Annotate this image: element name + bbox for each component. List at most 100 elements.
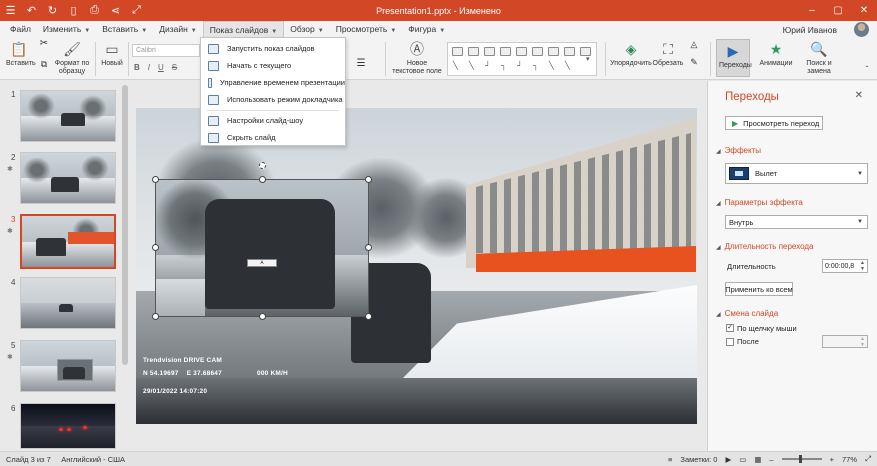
zoom-level[interactable]: 77% [842,455,857,464]
redo-icon[interactable]: ↻ [42,0,63,21]
resize-handle[interactable] [152,176,159,183]
italic-button[interactable]: I [148,63,150,72]
collapse-ribbon-button[interactable]: ˆ [862,66,872,74]
on-click-checkbox[interactable]: ✓ [726,324,734,332]
animations-button[interactable]: ★ Анимации [758,40,794,68]
copy-button[interactable]: ⧉ [37,60,51,69]
shape-line-icon[interactable]: ╲ [549,61,554,70]
shape-rectangle-icon[interactable] [548,47,559,56]
print-icon[interactable]: ⎙ [84,0,105,21]
resize-handle[interactable] [365,313,372,320]
menu-file[interactable]: Файл [4,21,37,38]
resize-handle[interactable] [152,244,159,251]
fill-color-button[interactable]: ◬ [686,40,702,49]
slide-thumbnail-4[interactable] [20,277,116,329]
resize-handle[interactable] [365,244,372,251]
sorter-view-icon[interactable]: ▦ [754,455,761,464]
zoom-slider-knob[interactable] [798,455,802,463]
spinner-icon[interactable]: ▲ ▼ [860,260,865,272]
shape-rectangle-icon[interactable] [516,47,527,56]
slide-thumbnail-2[interactable] [20,152,116,204]
font-name-input[interactable]: Calibri [132,44,200,57]
crop-button[interactable]: ⛶ Обрезать [652,40,684,68]
shape-rectangle-icon[interactable] [564,47,575,56]
resize-handle[interactable] [259,313,266,320]
close-icon[interactable]: ✕ [855,90,863,101]
shape-line-icon[interactable]: ╲ [469,61,474,70]
shape-rectangle-icon[interactable] [500,47,511,56]
effect-params-section-header[interactable]: ◢ Параметры эффекта [716,198,803,207]
current-slide[interactable]: A Trendvision DRIVE CAM N 54.19697 E 37.… [136,108,697,424]
slide-thumbnail-1[interactable] [20,90,116,142]
zoom-slider[interactable] [781,455,822,463]
shape-line-icon[interactable]: ╲ [565,61,570,70]
thumbnails-scrollbar[interactable] [122,85,128,365]
language-indicator[interactable]: Английский - США [61,455,125,464]
preview-transition-button[interactable]: ▶ Просмотреть переход [725,116,823,130]
shape-connector-icon[interactable]: ┘ [517,61,523,70]
shape-line-icon[interactable]: ╲ [453,61,458,70]
share-icon[interactable]: ⋖ [105,0,126,21]
slide-thumbnail-5[interactable] [20,340,116,392]
spinner-icon[interactable]: ▲ ▼ [860,336,865,348]
zoom-in-icon[interactable]: + [830,455,834,464]
zoom-out-icon[interactable]: – [769,455,773,464]
menu-slideshow[interactable]: Показ слайдов ▼ [202,21,285,38]
notes-count[interactable]: Заметки: 0 [680,455,717,464]
arrange-button[interactable]: ◈ Упорядочить [610,40,652,68]
menu-view[interactable]: Просмотреть ▼ [330,21,403,38]
undo-icon[interactable]: ↶ [21,0,42,21]
slide-thumbnail-3[interactable] [20,214,116,269]
after-checkbox[interactable] [726,338,734,346]
shape-rectangle-icon[interactable] [452,47,463,56]
start-from-current-item[interactable]: Начать с текущего [201,57,345,74]
bold-button[interactable]: B [134,63,140,72]
duration-input[interactable]: 0:00:00,8 ▲ ▼ [822,259,868,273]
line-color-button[interactable]: ✎ [686,58,702,67]
menu-design[interactable]: Дизайн ▼ [153,21,203,38]
menu-insert[interactable]: Вставить ▼ [96,21,153,38]
line-spacing-button[interactable]: ☰ [348,59,374,69]
menu-shape[interactable]: Фигура ▼ [402,21,451,38]
format-painter-button[interactable]: 🖌 Формат по образцу [53,40,91,76]
menu-edit[interactable]: Изменить ▼ [37,21,96,38]
shape-rectangle-icon[interactable] [468,47,479,56]
resize-handle[interactable] [152,313,159,320]
effect-params-select[interactable]: Внутрь ▼ [725,215,868,229]
shape-connector-icon[interactable]: ┘ [485,61,491,70]
apply-to-all-button[interactable]: Применить ко всем [725,282,793,296]
find-replace-button[interactable]: 🔍 Поиск и замена [802,40,836,76]
hide-slide-item[interactable]: Скрыть слайд [201,129,345,146]
resize-handle[interactable] [365,176,372,183]
menu-review[interactable]: Обзор ▼ [284,21,330,38]
fit-to-window-icon[interactable]: ⤢ [865,454,871,464]
menu-icon[interactable]: ☰ [0,0,21,21]
new-slide-button[interactable]: ▭ Новый [100,40,124,68]
slide-thumbnail-6[interactable] [20,403,116,449]
shape-rectangle-icon[interactable] [532,47,543,56]
rehearse-timings-item[interactable]: Управление временем презентации [201,74,345,91]
paste-button[interactable]: 📋 Вставить [6,40,36,68]
close-window-button[interactable]: ✕ [851,0,877,21]
slideshow-settings-item[interactable]: Настройки слайд-шоу [201,112,345,129]
avatar[interactable] [854,22,869,37]
underline-button[interactable]: U [158,63,164,72]
inserted-image[interactable]: A [155,179,369,317]
start-slideshow-item[interactable]: Запустить показ слайдов [201,40,345,57]
normal-view-icon[interactable]: ▭ [739,455,746,464]
resize-handle[interactable] [259,176,266,183]
new-textbox-button[interactable]: Ⓐ Новое текстовое поле [392,40,442,76]
shapes-gallery[interactable]: ╲ ╲ ┘ ┐ ┘ ┐ ╲ ╲ ▾ [447,42,597,76]
duration-section-header[interactable]: ◢ Длительность перехода [716,242,814,251]
advance-slide-section-header[interactable]: ◢ Смена слайда [716,309,778,318]
maximize-button[interactable]: ▢ [825,0,851,21]
cut-button[interactable]: ✂ [37,39,51,49]
notes-icon[interactable]: ≡ [668,455,672,464]
minimize-button[interactable]: – [799,0,825,21]
shape-connector-icon[interactable]: ┐ [533,61,539,70]
effect-select[interactable]: Вылет ▼ [725,163,868,184]
user-name[interactable]: Юрий Иванов [783,25,837,35]
shape-connector-icon[interactable]: ┐ [501,61,507,70]
transitions-button[interactable]: ▶ Переходы [716,39,752,77]
rotate-handle[interactable] [259,162,266,169]
